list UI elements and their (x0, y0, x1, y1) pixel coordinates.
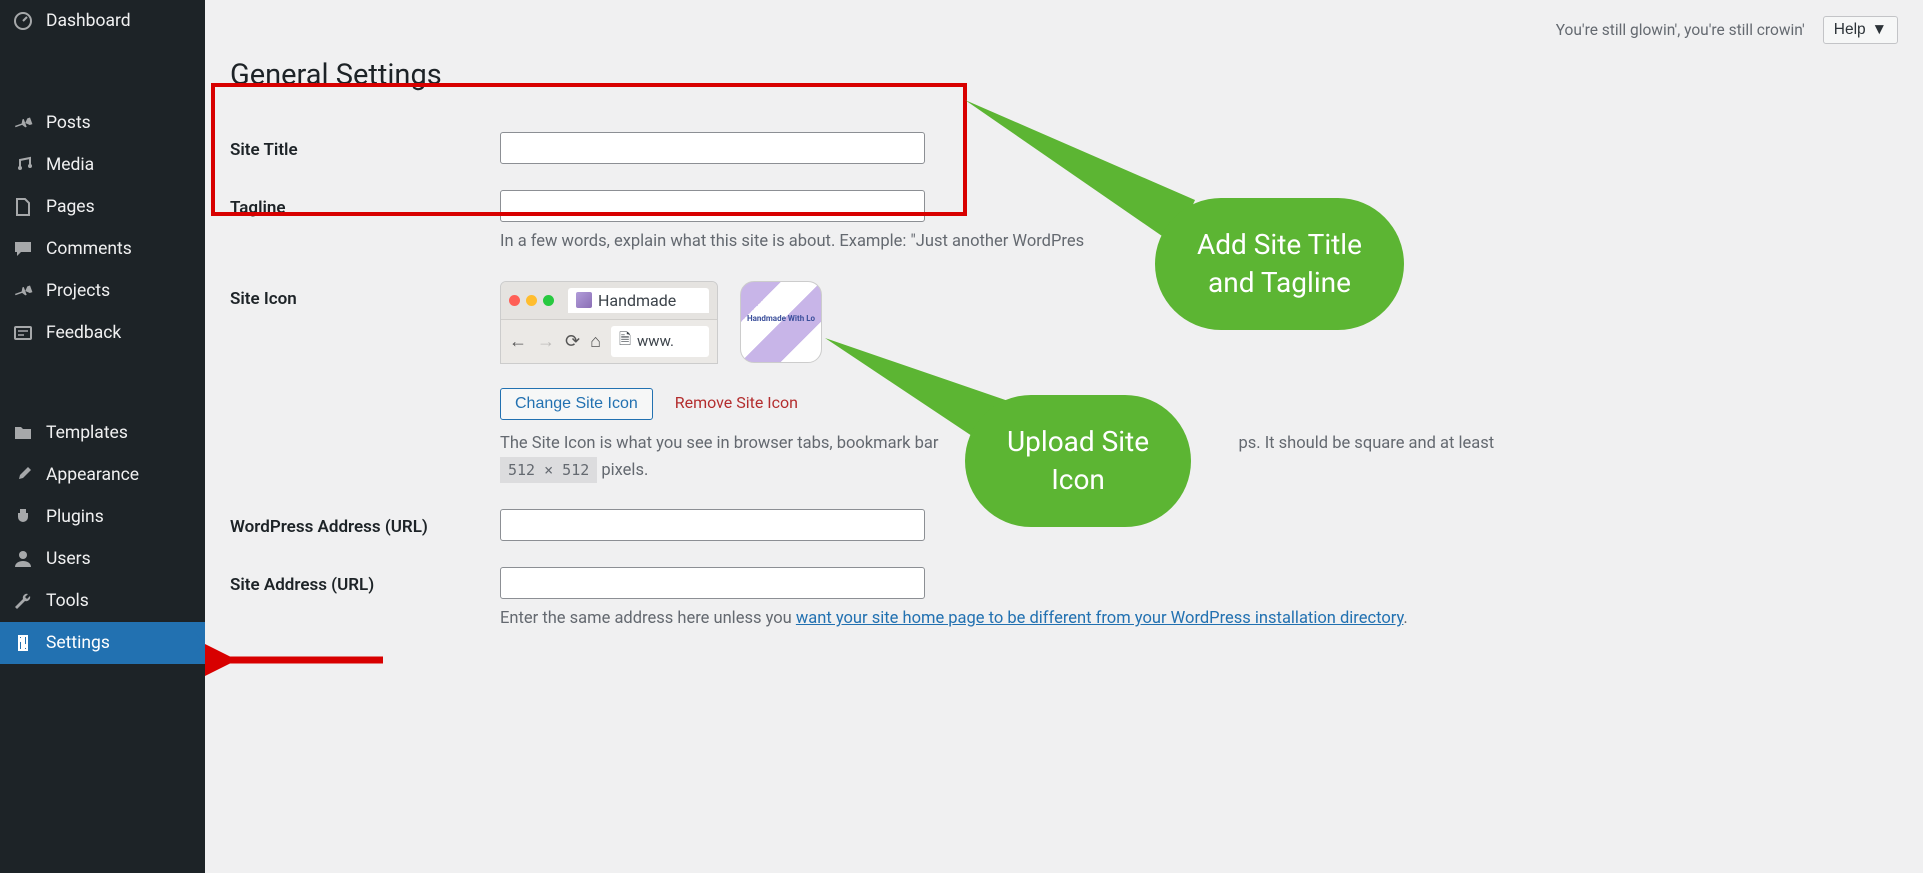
sidebar-item-posts[interactable]: Posts (0, 102, 205, 144)
sidebar-item-feedback[interactable]: Feedback (0, 312, 205, 354)
wp-address-label: WordPress Address (URL) (230, 509, 500, 537)
site-address-input[interactable] (500, 567, 925, 599)
wp-address-input[interactable] (500, 509, 925, 541)
site-title-input[interactable] (500, 132, 925, 164)
media-icon (12, 154, 34, 176)
settings-icon (12, 632, 34, 654)
site-icon-label: Site Icon (230, 281, 500, 309)
browser-mock: Handmade ← → ⟳ ⌂ 🗎 www. (500, 281, 718, 364)
minimize-dot-icon (526, 295, 537, 306)
sidebar-item-label: Appearance (46, 465, 139, 485)
plug-icon (12, 506, 34, 528)
folder-icon (12, 422, 34, 444)
tagline-label: Tagline (230, 190, 500, 218)
reload-icon: ⟳ (565, 331, 580, 352)
sidebar-item-label: Projects (46, 281, 110, 301)
file-icon: 🗎 (619, 329, 631, 354)
site-title-label: Site Title (230, 132, 500, 160)
change-site-icon-button[interactable]: Change Site Icon (500, 388, 653, 420)
pin-icon (12, 280, 34, 302)
page-icon (12, 196, 34, 218)
back-icon: ← (509, 331, 527, 352)
sidebar-item-label: Dashboard (46, 11, 131, 31)
help-label: Help (1834, 21, 1866, 39)
wrench-icon (12, 590, 34, 612)
sidebar-item-label: Comments (46, 239, 132, 259)
site-icon-description: The Site Icon is what you see in browser… (500, 432, 1898, 484)
sidebar-item-label: Templates (46, 423, 128, 443)
forward-icon: → (537, 331, 555, 352)
comment-icon (12, 238, 34, 260)
home-icon: ⌂ (590, 331, 601, 352)
top-bar: You're still glowin', you're still crowi… (230, 10, 1898, 58)
page-title: General Settings (230, 58, 1898, 92)
sidebar-item-pages[interactable]: Pages (0, 186, 205, 228)
sidebar-item-plugins[interactable]: Plugins (0, 496, 205, 538)
remove-site-icon-link[interactable]: Remove Site Icon (675, 393, 798, 412)
sidebar-item-label: Users (46, 549, 91, 569)
sidebar-item-label: Settings (46, 633, 110, 653)
dashboard-icon (12, 10, 34, 32)
sidebar-item-label: Plugins (46, 507, 104, 527)
pin-icon (12, 112, 34, 134)
url-text: www. (637, 332, 674, 350)
favicon-icon (576, 292, 592, 308)
sidebar-item-comments[interactable]: Comments (0, 228, 205, 270)
brush-icon (12, 464, 34, 486)
status-text: You're still glowin', you're still crowi… (1556, 21, 1805, 39)
user-icon (12, 548, 34, 570)
sidebar-item-label: Pages (46, 197, 95, 217)
admin-sidebar: Dashboard Posts Media Pages Comments Pro… (0, 0, 205, 873)
sidebar-item-projects[interactable]: Projects (0, 270, 205, 312)
sidebar-item-label: Feedback (46, 323, 121, 343)
sidebar-item-label: Posts (46, 113, 91, 133)
site-address-description: Enter the same address here unless you w… (500, 607, 1898, 632)
sidebar-item-media[interactable]: Media (0, 144, 205, 186)
site-icon-preview (740, 281, 822, 363)
sidebar-item-users[interactable]: Users (0, 538, 205, 580)
tab-title: Handmade (598, 291, 676, 310)
main-content: You're still glowin', you're still crowi… (205, 0, 1923, 873)
sidebar-item-templates[interactable]: Templates (0, 412, 205, 454)
sidebar-item-dashboard[interactable]: Dashboard (0, 0, 205, 42)
sidebar-item-label: Tools (46, 591, 89, 611)
help-button[interactable]: Help ▼ (1823, 16, 1898, 44)
close-dot-icon (509, 295, 520, 306)
chevron-down-icon: ▼ (1872, 21, 1887, 39)
sidebar-item-tools[interactable]: Tools (0, 580, 205, 622)
sidebar-item-label: Media (46, 155, 94, 175)
tagline-input[interactable] (500, 190, 925, 222)
annotation-callout-title-tagline: Add Site Title and Tagline (1155, 198, 1404, 330)
annotation-callout-site-icon: Upload Site Icon (965, 395, 1191, 527)
maximize-dot-icon (543, 295, 554, 306)
site-address-link[interactable]: want your site home page to be different… (796, 609, 1404, 628)
feedback-icon (12, 322, 34, 344)
annotation-arrow-icon (205, 640, 393, 680)
site-icon-size: 512 × 512 (500, 457, 597, 484)
site-address-label: Site Address (URL) (230, 567, 500, 595)
sidebar-item-settings[interactable]: Settings (0, 622, 205, 664)
sidebar-item-appearance[interactable]: Appearance (0, 454, 205, 496)
